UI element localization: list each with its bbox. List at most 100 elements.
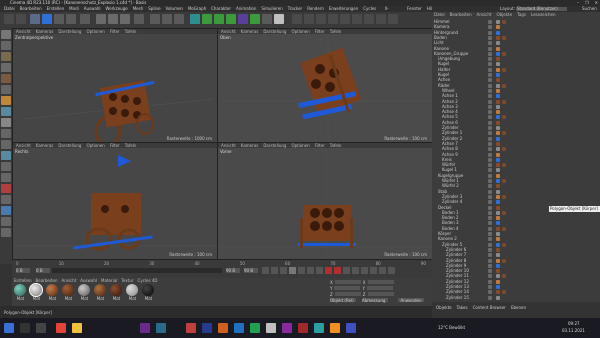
uv-mode-icon[interactable] — [1, 107, 11, 116]
enable-axis-icon[interactable] — [1, 118, 11, 127]
subdivision-icon[interactable] — [214, 14, 224, 24]
object-row[interactable]: Zylinder 7 — [432, 252, 600, 258]
rotation-key-icon[interactable] — [370, 267, 377, 274]
material-swatch[interactable]: Mat — [62, 284, 75, 301]
cube-icon[interactable] — [190, 14, 200, 24]
object-row[interactable]: Achse 6 — [432, 120, 600, 125]
mat-menu-auswahl[interactable]: Auswahl — [80, 278, 97, 283]
object-row[interactable]: Zylinder 3 — [432, 194, 600, 199]
om-menu-objekte[interactable]: Objekte — [496, 12, 512, 18]
material-swatch[interactable]: Mat — [14, 284, 27, 301]
tab-ebenen[interactable]: Ebenen — [511, 305, 526, 310]
viewport-top[interactable]: Ansicht Kameras Darstellung Optionen Fil… — [217, 28, 434, 144]
material-swatch[interactable]: Mat — [142, 284, 155, 301]
rotate-icon[interactable] — [66, 14, 76, 24]
object-row[interactable]: Kanone 2 — [432, 236, 600, 242]
chrome-icon[interactable] — [56, 323, 66, 333]
layout-select[interactable]: Standard (Benutzer) — [516, 7, 567, 11]
object-row[interactable]: Achse 5 — [432, 114, 600, 120]
sculpt-icon[interactable] — [1, 151, 11, 160]
mat-menu-material[interactable]: Material — [101, 278, 117, 283]
app-icon-7[interactable] — [266, 323, 276, 333]
preview-end-field[interactable]: 90 B — [244, 268, 258, 273]
app-icon-1[interactable] — [140, 323, 150, 333]
viewport-perspective[interactable]: Ansicht Kameras Darstellung Optionen Fil… — [12, 28, 219, 144]
object-row[interactable]: Boden 2 — [432, 215, 600, 221]
timeline-ruler[interactable]: 0 10 20 30 40 50 60 70 80 90 — [16, 261, 426, 266]
om-menu-ansicht[interactable]: Ansicht — [477, 12, 492, 18]
object-row[interactable]: Stab — [432, 189, 600, 194]
texture-mode-icon[interactable] — [1, 52, 11, 61]
mat-menu-ansicht[interactable]: Ansicht — [62, 278, 77, 283]
workplane-left-icon[interactable] — [1, 162, 11, 171]
next-key-icon[interactable] — [307, 267, 314, 274]
object-row[interactable]: Zylinder 1 — [432, 130, 600, 136]
object-row[interactable]: Achse 9 — [432, 152, 600, 157]
material-swatch[interactable]: Mat — [46, 284, 59, 301]
python-icon[interactable] — [1, 195, 11, 204]
material-swatch[interactable]: Mat — [29, 283, 43, 301]
scale-icon[interactable] — [54, 14, 64, 24]
object-row[interactable]: Halter — [432, 67, 600, 72]
prev-frame-icon[interactable] — [280, 267, 287, 274]
goto-end-icon[interactable] — [316, 267, 323, 274]
object-row[interactable]: Hintergrund — [432, 30, 600, 35]
play-icon[interactable] — [289, 267, 296, 274]
material-swatch[interactable]: Mat — [110, 284, 123, 301]
planar-icon[interactable] — [352, 14, 362, 24]
tweak-icon[interactable] — [364, 14, 374, 24]
explorer-icon[interactable] — [72, 323, 82, 333]
app-icon-6[interactable] — [250, 323, 260, 333]
object-row[interactable]: Zylinder 2 — [432, 136, 600, 141]
object-row[interactable]: Boden — [432, 35, 600, 40]
floor-icon[interactable] — [250, 14, 260, 24]
array-icon[interactable] — [226, 14, 236, 24]
undo-icon[interactable] — [4, 14, 14, 24]
mat-menu-bearbeiten[interactable]: Bearbeiten — [36, 278, 58, 283]
x-axis-icon[interactable] — [96, 14, 106, 24]
size-z-field[interactable] — [367, 292, 394, 296]
app-icon-10[interactable] — [314, 323, 324, 333]
material-swatch[interactable]: Mat — [78, 284, 91, 301]
render-settings-icon[interactable] — [174, 14, 184, 24]
tag-icon[interactable] — [496, 295, 500, 300]
locked-workplane-icon[interactable] — [328, 14, 338, 24]
object-row[interactable]: Zylinder 9 — [432, 263, 600, 268]
app-icon-8[interactable] — [282, 323, 292, 333]
object-row[interactable]: Kreis — [432, 157, 600, 162]
goto-start-icon[interactable] — [262, 267, 269, 274]
app-icon-11[interactable] — [330, 323, 340, 333]
object-row[interactable]: Achse 8 — [432, 146, 600, 152]
param-key-icon[interactable] — [379, 267, 386, 274]
polygons-mode-icon[interactable] — [1, 96, 11, 105]
object-row[interactable]: Kugel — [432, 72, 600, 77]
object-row[interactable]: Zylinder 14 — [432, 289, 600, 295]
axis-mode-icon[interactable] — [340, 14, 350, 24]
material-swatch[interactable]: Mat — [94, 284, 107, 301]
frame-range-slider[interactable] — [52, 268, 222, 273]
render-view-icon[interactable] — [150, 14, 160, 24]
viewport-right[interactable]: Ansicht Kameras Darstellung Optionen Fil… — [12, 142, 219, 260]
object-row[interactable]: Zylinder 12 — [432, 279, 600, 284]
record-icon[interactable] — [1, 184, 11, 193]
object-row[interactable]: Zylinder 15 — [432, 295, 600, 300]
object-row[interactable]: Kanone — [432, 46, 600, 51]
object-row[interactable]: Achse 3 — [432, 104, 600, 109]
object-row[interactable]: Zylinder 4 — [432, 199, 600, 205]
solo-icon[interactable] — [376, 14, 386, 24]
snap-left-icon[interactable] — [1, 140, 11, 149]
y-axis-icon[interactable] — [108, 14, 118, 24]
object-row[interactable]: Körper — [432, 231, 600, 236]
object-row[interactable]: Zylinder — [432, 125, 600, 130]
snap-icon[interactable] — [292, 14, 302, 24]
position-key-icon[interactable] — [352, 267, 359, 274]
current-frame-field[interactable]: 0 B — [36, 268, 50, 273]
mat-menu-cycles[interactable]: Cycles 4D — [138, 278, 158, 283]
object-row[interactable]: Würfel 1 — [432, 178, 600, 183]
grid-icon[interactable] — [316, 14, 326, 24]
object-row[interactable]: Zylinder 10 — [432, 268, 600, 274]
material-swatch[interactable]: Mat — [126, 284, 139, 301]
select-icon[interactable] — [30, 14, 40, 24]
mograph-icon[interactable] — [1, 217, 11, 226]
move-icon[interactable] — [42, 14, 52, 24]
